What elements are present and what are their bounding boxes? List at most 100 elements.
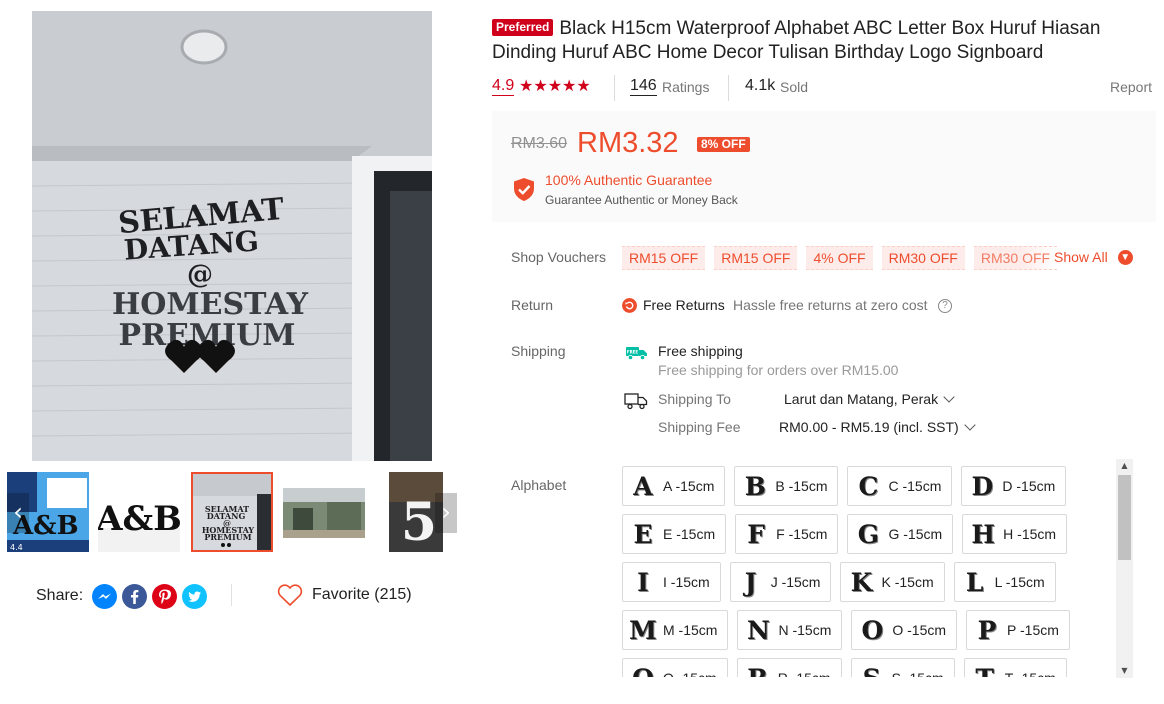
alphabet-option-row: E E -15cm F F -15cm G G -15cm H H -15cm: [622, 514, 1068, 554]
voucher-chip[interactable]: RM30 OFF: [973, 246, 1058, 270]
report-link[interactable]: Report: [1110, 79, 1152, 95]
shipping-fee-label: Shipping Fee: [658, 419, 741, 435]
voucher-list: RM15 OFF RM15 OFF 4% OFF RM30 OFF RM30 O…: [622, 246, 1058, 270]
alphabet-option-button[interactable]: J J -15cm: [729, 562, 832, 602]
thumbnail-4-graphic: [283, 472, 365, 552]
free-shipping-subtitle: Free shipping for orders over RM15.00: [658, 362, 899, 378]
shop-vouchers-label: Shop Vouchers: [511, 249, 606, 265]
alphabet-option-button[interactable]: O O -15cm: [851, 610, 958, 650]
alphabet-option-button[interactable]: I I -15cm: [622, 562, 721, 602]
letter-thumbnail: L: [965, 567, 984, 597]
alphabet-option-label: L -15cm: [994, 574, 1045, 590]
share-separator: [231, 584, 232, 606]
alphabet-option-button[interactable]: K K -15cm: [840, 562, 945, 602]
pinterest-icon[interactable]: [152, 583, 178, 609]
alphabet-option-button[interactable]: M M -15cm: [622, 610, 729, 650]
main-image-line-4: HOMESTAY: [112, 287, 309, 322]
variations-scrollbar[interactable]: ▲ ▼: [1116, 459, 1133, 678]
show-all-vouchers-button[interactable]: Show All ▼: [1054, 249, 1133, 265]
letter-thumbnail: G: [857, 519, 880, 549]
rating-stars: ★★★★★: [519, 76, 591, 95]
shipping-to-value: Larut dan Matang, Perak: [784, 391, 939, 407]
messenger-icon[interactable]: [92, 583, 118, 609]
alphabet-option-label: B -15cm: [775, 478, 828, 494]
shipping-truck-icon: [624, 393, 648, 410]
sold-label: Sold: [780, 79, 809, 95]
alphabet-option-button[interactable]: S S -15cm: [850, 658, 955, 677]
alphabet-option-button[interactable]: T T -15cm: [963, 658, 1067, 677]
alphabet-option-button[interactable]: D D -15cm: [961, 466, 1067, 506]
scroll-down-arrow[interactable]: ▼: [1116, 664, 1133, 678]
alphabet-option-button[interactable]: G G -15cm: [847, 514, 954, 554]
scrollbar-thumb[interactable]: [1118, 475, 1131, 560]
free-returns-title: Free Returns: [643, 297, 725, 313]
alphabet-option-button[interactable]: A A -15cm: [622, 466, 726, 506]
scroll-up-arrow[interactable]: ▲: [1116, 459, 1133, 473]
ratings-count[interactable]: 146: [630, 77, 657, 96]
letter-thumbnail: J: [744, 567, 757, 597]
alphabet-option-row: A A -15cm B B -15cm C C -15cm D D -15cm: [622, 466, 1067, 506]
heart-icon: [277, 584, 303, 607]
thumbnail-2-graphic: A&B: [98, 472, 180, 552]
original-price: RM3.60: [511, 135, 568, 152]
alphabet-option-button[interactable]: L L -15cm: [953, 562, 1056, 602]
alphabet-option-label: D -15cm: [1002, 478, 1056, 494]
discount-badge: 8% OFF: [697, 137, 750, 152]
return-icon: [622, 298, 637, 313]
alphabet-option-label: S -15cm: [892, 670, 944, 677]
ratings-label: Ratings: [662, 79, 710, 95]
shipping-to-label: Shipping To: [658, 391, 731, 407]
alphabet-option-label: F -15cm: [776, 526, 828, 542]
thumbnail-2[interactable]: A&B: [98, 472, 180, 552]
favorite-button[interactable]: Favorite (215): [277, 581, 412, 609]
alphabet-option-button[interactable]: R R -15cm: [736, 658, 842, 678]
product-stats: 4.9 ★★★★★ 146 Ratings 4.1k Sold Report: [492, 73, 1152, 101]
voucher-chip[interactable]: RM15 OFF: [622, 246, 706, 270]
help-icon[interactable]: ?: [938, 299, 952, 313]
sold-count: 4.1k: [745, 77, 776, 94]
stats-separator-1: [614, 75, 615, 101]
thumbnail-next-arrow[interactable]: ›: [435, 493, 457, 533]
thumbnail-prev-arrow[interactable]: ‹: [7, 493, 29, 533]
alphabet-option-button[interactable]: P P -15cm: [966, 610, 1070, 650]
alphabet-option-button[interactable]: N N -15cm: [737, 610, 843, 650]
product-main-image[interactable]: SELAMAT DATANG @ HOMESTAY PREMIUM: [32, 11, 432, 461]
letter-thumbnail: I: [637, 567, 649, 597]
alphabet-option-label: N -15cm: [778, 622, 832, 638]
alphabet-option-label: H -15cm: [1003, 526, 1057, 542]
alphabet-option-button[interactable]: Q Q -15cm: [622, 658, 728, 677]
thumbnail-3[interactable]: SELAMAT DATANG @ HOMESTAY PREMIUM: [191, 472, 273, 552]
facebook-icon[interactable]: [122, 583, 148, 609]
alphabet-option-row: Q Q -15cm R R -15cm S S -15cm T T -15cm: [622, 658, 1067, 677]
letter-thumbnail: P: [977, 615, 997, 645]
shield-check-icon: [514, 178, 534, 201]
alphabet-option-button[interactable]: E E -15cm: [622, 514, 727, 554]
alphabet-option-label: A -15cm: [663, 478, 715, 494]
preferred-badge: Preferred: [492, 19, 554, 36]
letter-thumbnail: N: [747, 615, 770, 645]
thumbnail-3-graphic: SELAMAT DATANG @ HOMESTAY PREMIUM: [193, 474, 271, 550]
voucher-chip[interactable]: 4% OFF: [806, 246, 873, 270]
letter-thumbnail: Q: [631, 664, 655, 678]
current-price: RM3.32: [577, 127, 679, 159]
voucher-chip[interactable]: RM30 OFF: [881, 246, 965, 270]
voucher-chip[interactable]: RM15 OFF: [714, 246, 798, 270]
letter-thumbnail: R: [746, 664, 770, 678]
shipping-fee-dropdown[interactable]: RM0.00 - RM5.19 (incl. SST): [779, 419, 976, 435]
product-title-text: Black H15cm Waterproof Alphabet ABC Lett…: [492, 18, 1101, 63]
free-shipping-title: Free shipping: [658, 343, 743, 359]
alphabet-option-label: G -15cm: [888, 526, 943, 542]
alphabet-option-button[interactable]: C C -15cm: [847, 466, 953, 506]
svg-text:FREE: FREE: [627, 350, 639, 355]
thumbnail-4[interactable]: [283, 472, 365, 552]
letter-thumbnail: H: [971, 519, 995, 549]
alphabet-option-button[interactable]: B B -15cm: [734, 466, 839, 506]
alphabet-option-button[interactable]: F F -15cm: [735, 514, 839, 554]
alphabet-option-button[interactable]: H H -15cm: [962, 514, 1068, 554]
authentic-guarantee-title[interactable]: 100% Authentic Guarantee: [545, 172, 712, 188]
shipping-label: Shipping: [511, 343, 566, 359]
letter-thumbnail: C: [858, 471, 879, 501]
twitter-icon[interactable]: [182, 583, 208, 609]
shipping-to-dropdown[interactable]: Larut dan Matang, Perak: [784, 391, 955, 407]
rating-value[interactable]: 4.9: [492, 77, 515, 96]
